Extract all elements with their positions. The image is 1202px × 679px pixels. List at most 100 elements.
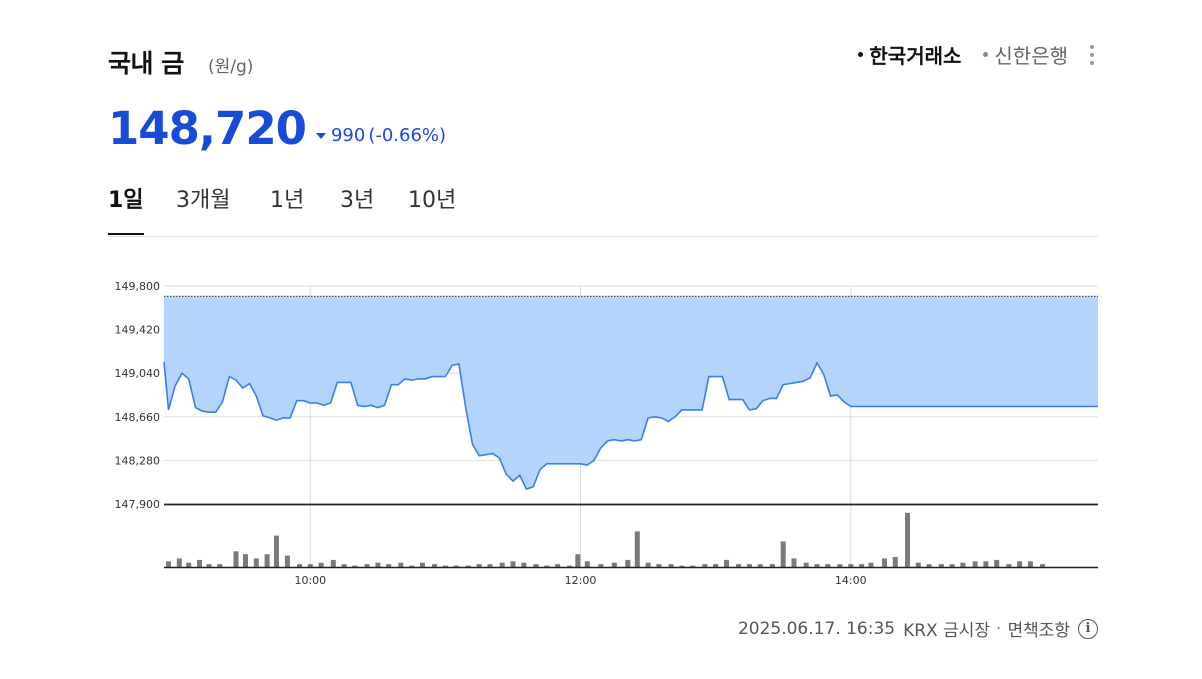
page-title: 국내 금: [108, 49, 184, 78]
volume-bar: [284, 555, 290, 567]
volume-bar: [1006, 564, 1012, 567]
volume-bar: [791, 558, 797, 567]
price-change: 990 (-0.66%): [315, 125, 446, 146]
volume-bar: [915, 562, 921, 567]
volume-bar: [398, 562, 404, 567]
unit-label: (원/g): [208, 57, 254, 77]
volume-bar: [499, 562, 505, 567]
volume-bar: [625, 559, 631, 567]
volume-bar: [330, 559, 336, 567]
separator: ·: [996, 618, 1002, 639]
volume-bar: [598, 564, 604, 567]
source-option-krx[interactable]: 한국거래소: [858, 40, 961, 69]
header: 국내 금 (원/g) 한국거래소 신한은행: [108, 40, 1098, 80]
disclaimer-link[interactable]: 면책조항: [1007, 616, 1070, 641]
volume-bar: [656, 564, 662, 567]
volume-bar: [274, 535, 279, 567]
volume-bar: [555, 564, 561, 567]
volume-bar: [769, 564, 775, 567]
volume-bar: [1040, 564, 1046, 567]
volume-bar: [243, 554, 248, 567]
volume-bar: [983, 561, 989, 567]
volume-bar: [253, 558, 259, 567]
bullet-icon: [858, 52, 864, 57]
volume-bar: [634, 531, 640, 567]
volume-bar: [757, 564, 763, 567]
volume-bar: [868, 562, 874, 567]
volume-bar: [341, 564, 347, 567]
footer: 2025.06.17. 16:35 KRX 금시장 · 면책조항 i: [738, 616, 1098, 641]
volume-bar: [197, 559, 202, 567]
price-chart[interactable]: 149,800 149,420 149,040 148,660 148,280 147,9…: [100, 270, 1110, 600]
volume-bar: [972, 561, 978, 567]
volume-bar: [420, 562, 425, 567]
y-tick-label: 148,280: [115, 454, 161, 467]
volume-bar: [645, 562, 651, 567]
y-tick-label: 149,420: [115, 324, 161, 337]
volume-bar: [584, 561, 590, 567]
volume-bar: [476, 564, 482, 567]
volume-bar: [611, 562, 617, 567]
volume-bar: [364, 564, 370, 567]
volume-bar: [736, 564, 742, 567]
volume-bar: [176, 558, 182, 567]
volume-bar: [375, 562, 381, 567]
volume-bar: [724, 559, 729, 567]
volume-bar: [487, 564, 493, 567]
volume-bar: [713, 564, 719, 567]
y-tick-label: 149,040: [115, 367, 161, 380]
volume-bar: [668, 564, 674, 567]
volume-bar: [264, 554, 270, 567]
x-tick-label: 10:00: [294, 574, 326, 587]
volume-bar: [702, 564, 708, 567]
volume-bar: [233, 551, 239, 567]
current-price: 148,720: [108, 102, 307, 155]
chart-canvas: 149,800 149,420 149,040 148,660 148,280 147,9…: [115, 280, 1098, 587]
volume-bar: [386, 564, 392, 567]
source-selector: 한국거래소 신한은행: [836, 40, 1098, 69]
volume-bar: [318, 562, 324, 567]
volume-bar: [848, 564, 854, 567]
volume-bar: [905, 512, 910, 567]
tab-10years[interactable]: 10년: [408, 182, 456, 234]
source-label: 한국거래소: [869, 44, 962, 68]
volume-bar: [780, 541, 786, 568]
volume-bar: [297, 564, 302, 567]
volume-bar: [960, 562, 966, 567]
volume-bar: [307, 564, 313, 567]
volume-bar: [1017, 561, 1023, 567]
volume-bar: [938, 564, 944, 567]
volume-bar: [510, 561, 516, 567]
y-tick-label: 149,800: [115, 280, 161, 293]
tab-3years[interactable]: 3년: [340, 182, 374, 234]
volume-bar: [1027, 561, 1033, 567]
y-tick-label: 147,900: [115, 498, 161, 511]
source-label: 신한은행: [994, 44, 1068, 68]
tab-3months[interactable]: 3개월: [176, 182, 230, 234]
volume-bar: [814, 564, 820, 567]
tab-1day[interactable]: 1일: [108, 182, 144, 235]
tab-1year[interactable]: 1년: [270, 182, 304, 234]
volume-bar: [949, 564, 955, 567]
timestamp: 2025.06.17. 16:35: [737, 618, 896, 639]
volume-bar: [217, 564, 223, 567]
source-option-shinhan[interactable]: 신한은행: [983, 40, 1068, 69]
volume-bar: [859, 564, 865, 567]
quote: 148,720 990 (-0.66%): [108, 98, 446, 154]
volume-bar: [575, 554, 581, 567]
more-menu-icon[interactable]: [1086, 43, 1098, 67]
volume-bar: [166, 561, 171, 567]
change-amount: 990: [330, 125, 366, 146]
y-tick-label: 148,660: [115, 411, 161, 424]
period-tabs: 1일 3개월 1년 3년 10년: [108, 180, 1098, 237]
x-tick-label: 14:00: [835, 574, 867, 587]
volume-bar: [892, 557, 898, 567]
volume-bar: [926, 564, 932, 567]
volume-bar: [746, 564, 752, 567]
x-tick-label: 12:00: [565, 574, 597, 587]
volume-bar: [533, 564, 539, 567]
info-icon[interactable]: i: [1078, 618, 1098, 639]
down-triangle-icon: [315, 132, 326, 139]
volume-bar: [882, 558, 887, 567]
volume-bar: [825, 564, 831, 567]
